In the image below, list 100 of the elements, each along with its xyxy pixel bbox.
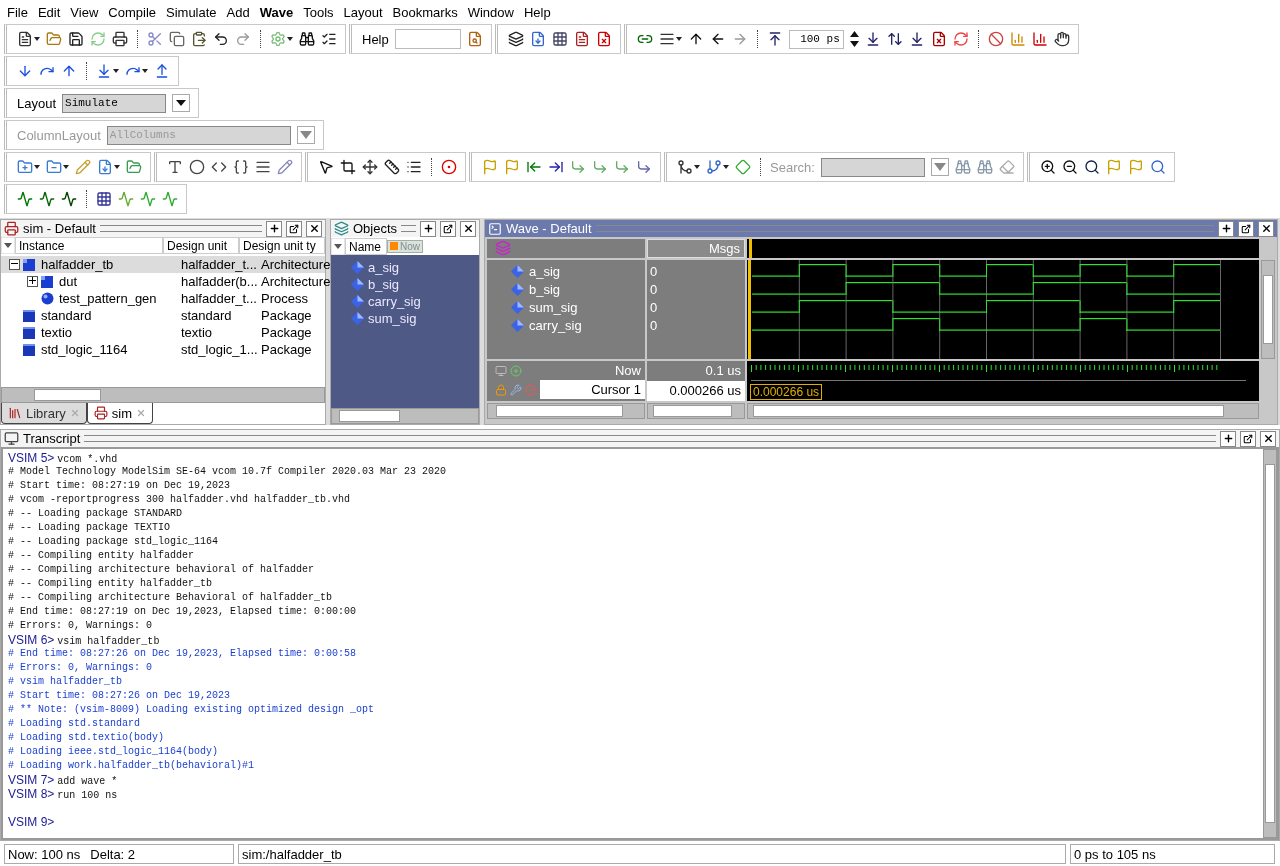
column-menu-icon[interactable] (1, 237, 15, 254)
zoom-out-icon[interactable] (1061, 159, 1078, 175)
folder-minus-icon[interactable] (46, 159, 62, 175)
dock-button[interactable] (1218, 220, 1234, 237)
panel-grip[interactable] (595, 225, 1214, 232)
menu-item[interactable]: Edit (32, 4, 66, 20)
hand-icon[interactable] (1053, 31, 1070, 47)
menu-item[interactable]: Bookmarks (387, 4, 463, 20)
lines-icon[interactable] (255, 159, 271, 175)
corner-arrow-icon[interactable] (570, 159, 586, 175)
signal-name[interactable]: b_sig (368, 277, 400, 292)
redo-icon[interactable] (235, 31, 251, 47)
caret-icon[interactable] (694, 165, 700, 169)
menu-item[interactable]: Add (221, 4, 255, 20)
menu-item[interactable]: File (2, 4, 33, 20)
vertical-scrollbar[interactable] (1261, 260, 1275, 359)
file-icon[interactable] (573, 31, 590, 47)
horizontal-scrollbar[interactable] (647, 403, 745, 419)
panel-tab[interactable]: sim (86, 403, 153, 424)
panel-grip[interactable] (99, 225, 262, 232)
menu-item[interactable]: View (65, 4, 104, 20)
ban-icon[interactable] (987, 31, 1004, 47)
diamond-icon[interactable] (735, 159, 751, 175)
corner-arrow-icon[interactable] (614, 159, 630, 175)
file-download-icon[interactable] (97, 159, 113, 175)
zoom-in-icon[interactable] (1039, 159, 1056, 175)
menu-item[interactable]: Tools (298, 4, 339, 20)
paste-icon[interactable] (191, 31, 207, 47)
time-step-field[interactable]: 100 ps (788, 29, 844, 49)
horizontal-scrollbar[interactable] (747, 403, 1259, 419)
file-download-icon[interactable] (529, 31, 546, 47)
search-field[interactable] (820, 157, 925, 177)
horizontal-scrollbar[interactable] (487, 403, 645, 419)
crop-icon[interactable] (340, 159, 356, 175)
copy-icon[interactable] (169, 31, 185, 47)
dock-button[interactable] (266, 220, 282, 237)
panel-grip[interactable] (401, 225, 416, 232)
pulse-icon[interactable] (17, 191, 33, 207)
circle-icon[interactable] (189, 159, 205, 175)
signal-name[interactable]: carry_sig (368, 294, 421, 309)
close-button[interactable] (1260, 430, 1276, 447)
merge-icon[interactable] (677, 159, 693, 175)
code-icon[interactable] (211, 159, 227, 175)
collapse-toggle[interactable] (9, 259, 20, 270)
grid-icon[interactable] (551, 31, 568, 47)
arrow-down-icon[interactable] (17, 63, 33, 79)
bar-chart-icon[interactable] (1031, 31, 1048, 47)
caret-icon[interactable] (63, 165, 69, 169)
binoculars-icon[interactable] (299, 31, 315, 47)
caret-icon[interactable] (287, 37, 293, 41)
undock-button[interactable] (1238, 220, 1254, 237)
column-menu-icon[interactable] (331, 237, 345, 255)
file-delete-icon[interactable] (595, 31, 612, 47)
undo-icon[interactable] (213, 31, 229, 47)
close-button[interactable] (460, 220, 476, 237)
arrow-left-to-line-icon[interactable] (526, 159, 542, 175)
caret-icon[interactable] (34, 165, 40, 169)
panel-grip[interactable] (84, 435, 1216, 442)
text-icon[interactable] (167, 159, 183, 175)
vertical-scrollbar[interactable] (1263, 449, 1277, 838)
caret-icon[interactable] (675, 37, 682, 41)
corner-arrow-icon[interactable] (636, 159, 652, 175)
pointer-icon[interactable] (318, 159, 334, 175)
horizontal-scrollbar[interactable] (331, 408, 479, 424)
help-field[interactable] (394, 29, 461, 49)
menu-item[interactable]: Window (462, 4, 519, 20)
corner-arrow-icon[interactable] (592, 159, 608, 175)
arrow-down-to-line-icon[interactable] (96, 63, 112, 79)
menu-item[interactable]: Compile (103, 4, 161, 20)
dock-button[interactable] (1220, 430, 1236, 447)
undock-button[interactable] (440, 220, 456, 237)
list-icon[interactable] (406, 159, 422, 175)
ruler-icon[interactable] (384, 159, 400, 175)
expand-toggle[interactable] (27, 276, 38, 287)
dot-icon[interactable] (441, 159, 457, 175)
horizontal-scrollbar[interactable] (1, 387, 325, 403)
search-icon[interactable] (1083, 159, 1100, 175)
signal-name[interactable]: a_sig (529, 263, 561, 279)
dock-button[interactable] (420, 220, 436, 237)
caret-icon[interactable] (34, 37, 40, 41)
undock-button[interactable] (286, 220, 302, 237)
dropdown-button[interactable] (172, 94, 191, 112)
caret-icon[interactable] (113, 69, 119, 73)
bar-chart-icon[interactable] (1009, 31, 1026, 47)
move-icon[interactable] (362, 159, 378, 175)
pulse-icon[interactable] (39, 191, 55, 207)
grid-icon[interactable] (96, 191, 112, 207)
file-search-icon[interactable] (466, 31, 483, 47)
arrow-up-down-icon[interactable] (886, 31, 903, 47)
branch-icon[interactable] (706, 159, 722, 175)
close-button[interactable] (1258, 220, 1274, 237)
scissors-icon[interactable] (147, 31, 163, 47)
menu-item[interactable]: Wave (254, 4, 299, 20)
column-header[interactable]: Design unit ty (239, 237, 325, 254)
pencil-icon[interactable] (277, 159, 293, 175)
menu-item[interactable]: Simulate (161, 4, 222, 20)
panel-tab[interactable]: Library (1, 403, 87, 424)
arrow-right-to-line-icon[interactable] (548, 159, 564, 175)
folder-icon[interactable] (46, 31, 62, 47)
file-delete-icon[interactable] (930, 31, 947, 47)
